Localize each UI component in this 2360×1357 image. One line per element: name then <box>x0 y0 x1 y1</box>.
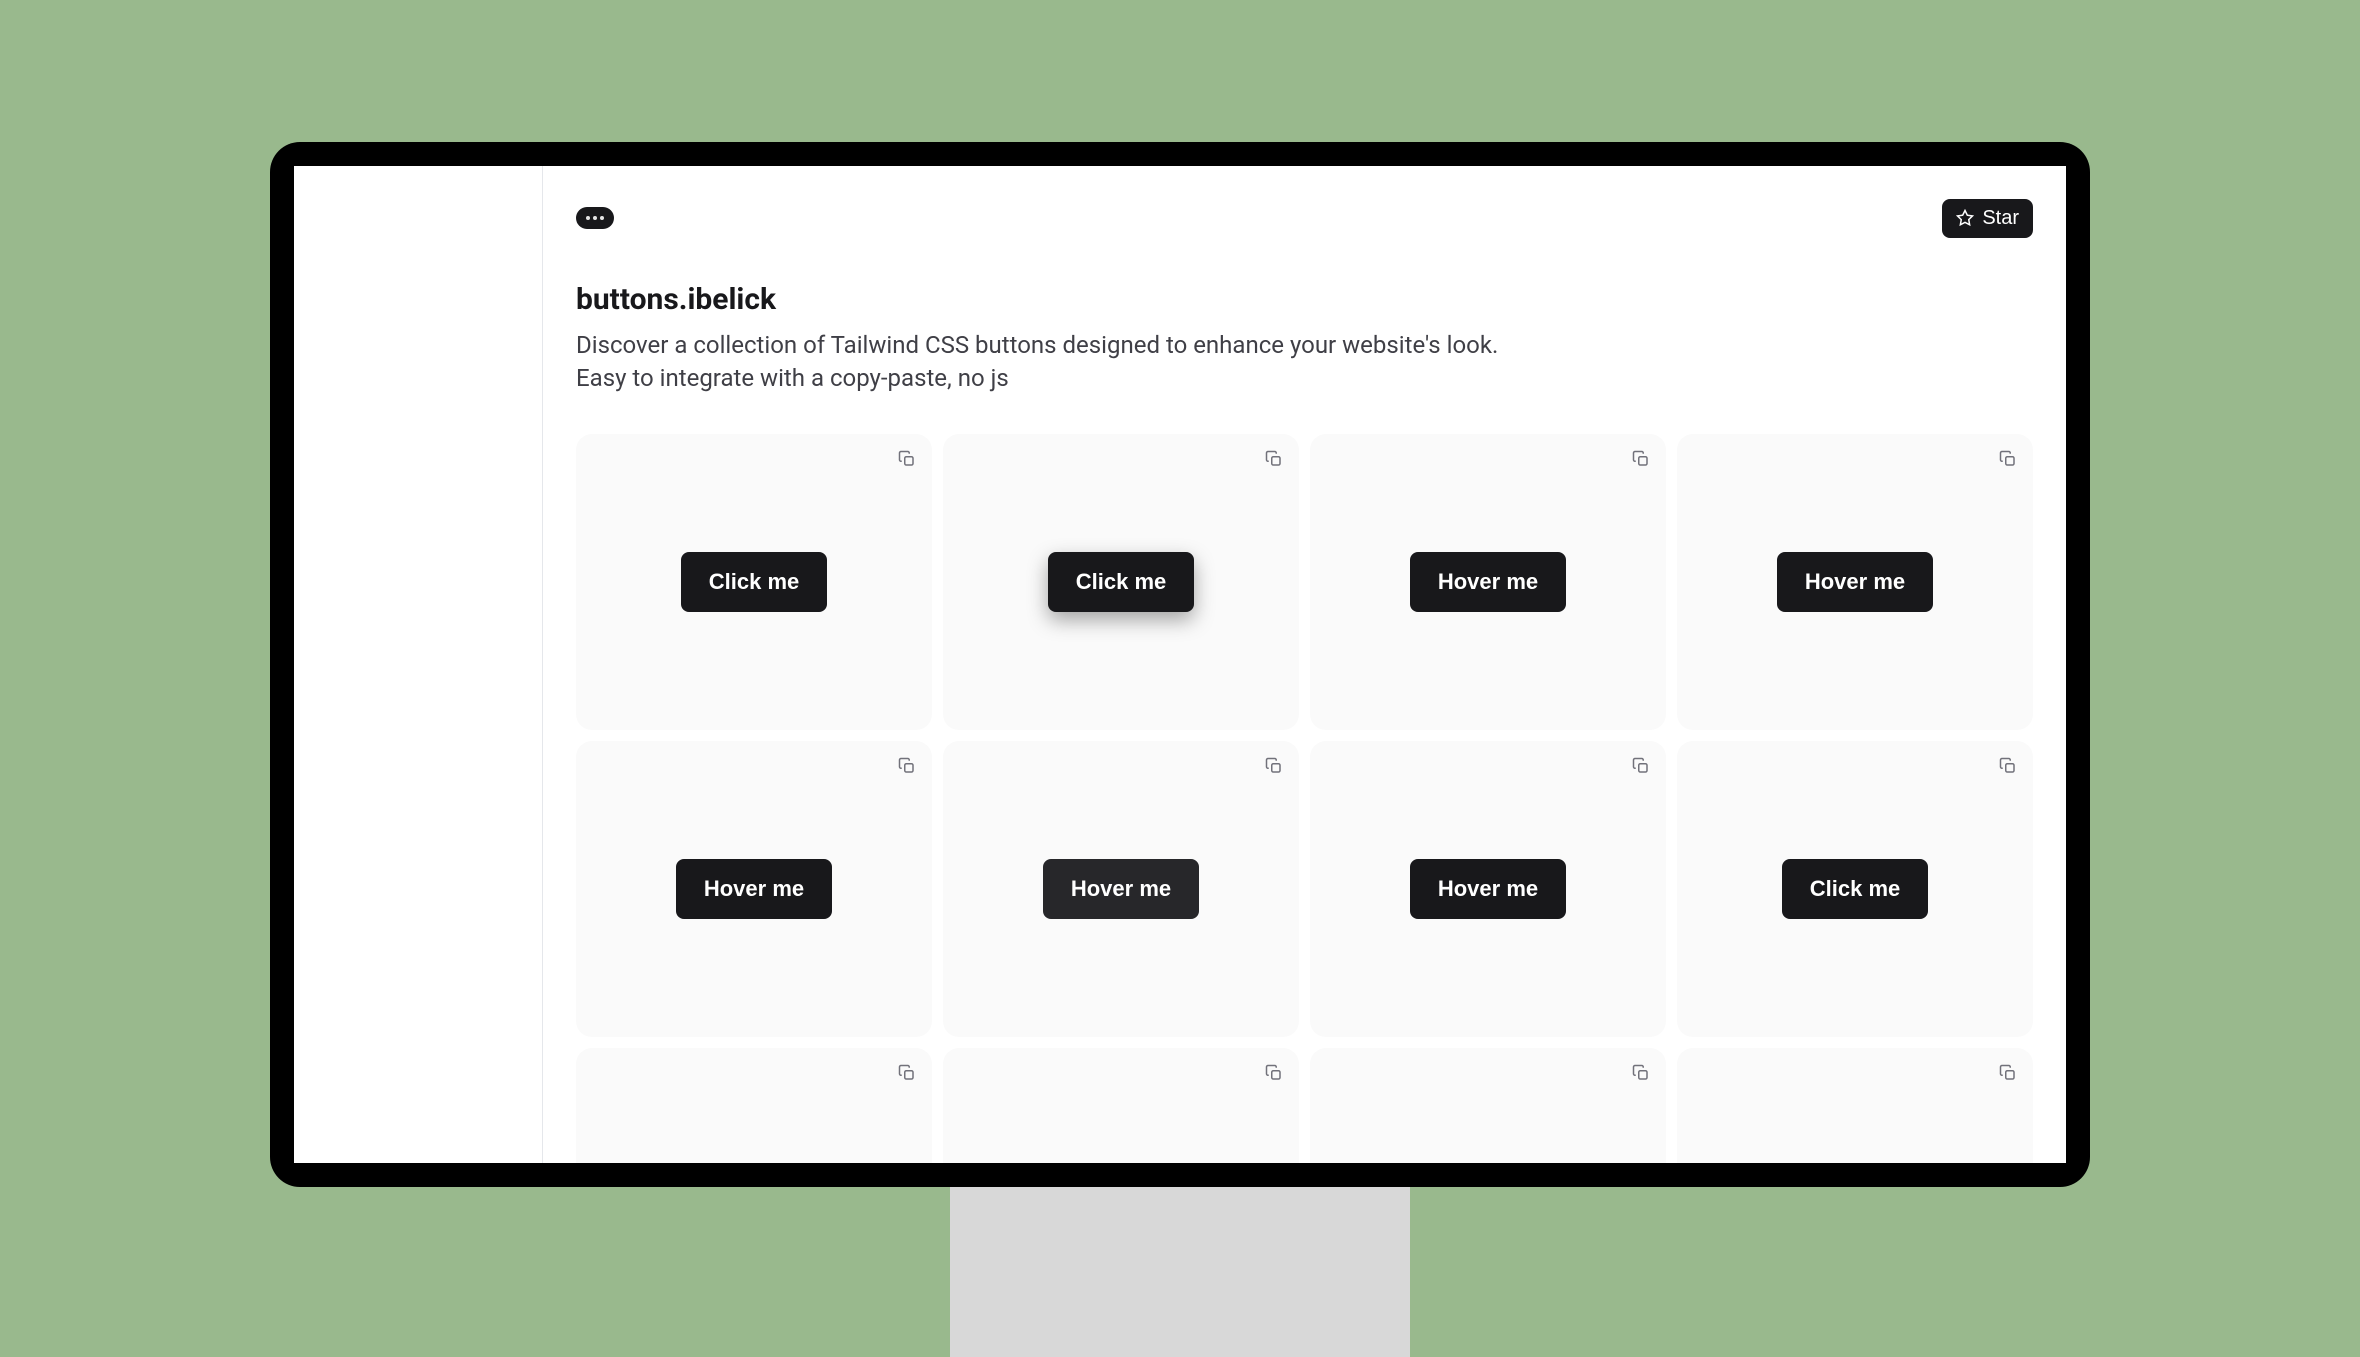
button-card: Hover Me <box>1677 1048 2033 1163</box>
button-card: Hover me <box>1310 741 1666 1037</box>
button-card: Hover me <box>1677 434 2033 730</box>
logo-dots <box>586 216 604 220</box>
demo-button[interactable]: Hover me <box>676 859 832 919</box>
demo-button[interactable]: Click me <box>1048 552 1195 612</box>
copy-icon[interactable] <box>1632 757 1650 775</box>
demo-button[interactable]: Click me <box>681 552 828 612</box>
demo-button[interactable]: Hover me <box>1777 552 1933 612</box>
button-card: Click me <box>1677 741 2033 1037</box>
logo-badge[interactable] <box>576 207 614 229</box>
button-card: Hover Me <box>1310 1048 1666 1163</box>
monitor-frame: Star buttons.ibelick Discover a collecti… <box>270 142 2090 1187</box>
button-card: Hover me <box>576 741 932 1037</box>
button-card: Hover me <box>943 1048 1299 1163</box>
copy-icon[interactable] <box>898 757 916 775</box>
star-button[interactable]: Star <box>1942 199 2033 238</box>
copy-icon[interactable] <box>1999 757 2017 775</box>
main-content: Star buttons.ibelick Discover a collecti… <box>543 166 2066 1163</box>
demo-button[interactable]: Hover me <box>1410 859 1566 919</box>
button-card: Hover me <box>1310 434 1666 730</box>
copy-icon[interactable] <box>898 450 916 468</box>
sidebar <box>294 166 543 1163</box>
demo-button[interactable]: Hover me <box>1410 552 1566 612</box>
button-card: Hover me <box>943 741 1299 1037</box>
copy-icon[interactable] <box>1999 1064 2017 1082</box>
copy-icon[interactable] <box>1265 757 1283 775</box>
button-card: Click me <box>943 434 1299 730</box>
page-description: Discover a collection of Tailwind CSS bu… <box>576 329 2033 396</box>
copy-icon[interactable] <box>898 1064 916 1082</box>
screen: Star buttons.ibelick Discover a collecti… <box>294 166 2066 1163</box>
button-card: Click me <box>576 434 932 730</box>
demo-button[interactable]: Click me <box>1782 859 1929 919</box>
header: Star <box>576 199 2033 238</box>
copy-icon[interactable] <box>1999 450 2017 468</box>
monitor-stand <box>950 1157 1410 1357</box>
button-card: Click me <box>576 1048 932 1163</box>
copy-icon[interactable] <box>1265 1064 1283 1082</box>
star-label: Star <box>1982 207 2019 230</box>
page-title: buttons.ibelick <box>576 282 2033 317</box>
copy-icon[interactable] <box>1632 450 1650 468</box>
demo-button[interactable]: Hover me <box>1043 859 1199 919</box>
copy-icon[interactable] <box>1632 1064 1650 1082</box>
star-icon <box>1956 209 1974 227</box>
copy-icon[interactable] <box>1265 450 1283 468</box>
button-grid: Click meClick meHover meHover meHover me… <box>576 434 2033 1163</box>
